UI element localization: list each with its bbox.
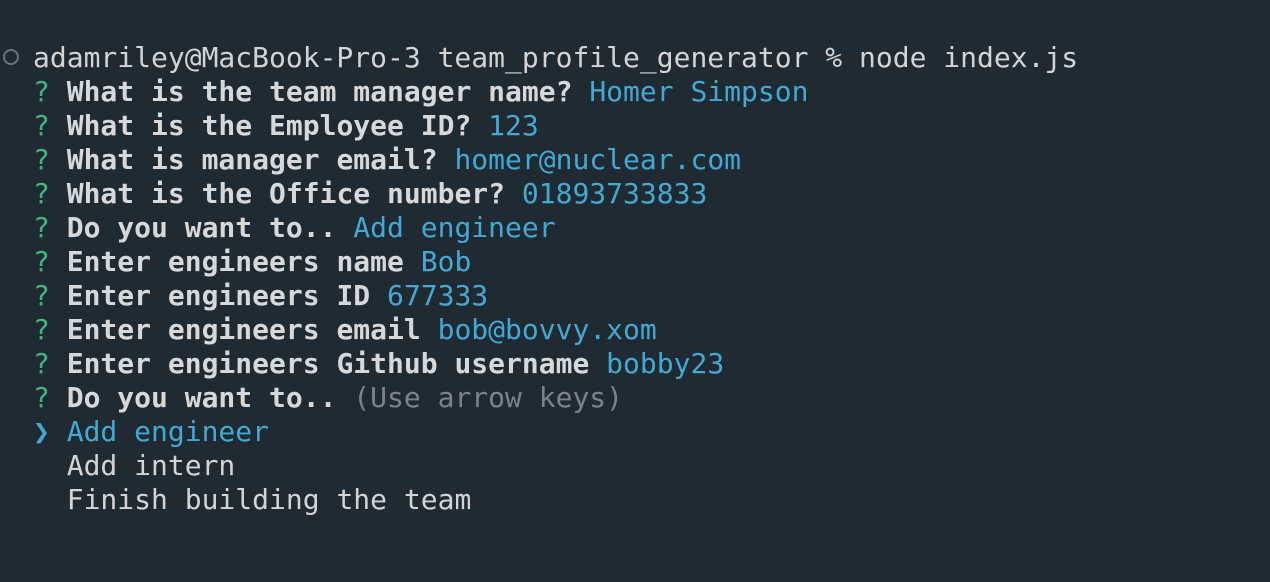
answered-prompt-line: ? What is the Employee ID? 123 — [33, 109, 1078, 143]
answered-prompt-line: ? Enter engineers Github username bobby2… — [33, 347, 1078, 381]
question-mark-icon: ? — [33, 313, 50, 346]
question-text: Enter engineers ID — [66, 279, 371, 312]
answer-text: Homer Simpson — [589, 75, 809, 108]
question-mark-icon: ? — [33, 211, 50, 244]
question-text: What is the Employee ID? — [66, 109, 472, 142]
question-mark-icon: ? — [33, 381, 50, 414]
answer-text: bobby23 — [606, 347, 725, 380]
answered-prompt-line: ? What is the team manager name? Homer S… — [33, 75, 1078, 109]
question-mark-icon: ? — [33, 177, 50, 210]
question-text: What is the Office number? — [66, 177, 506, 210]
question-text: Enter engineers email — [66, 313, 421, 346]
menu-option-add-intern[interactable]: Add intern — [33, 449, 1078, 483]
pointer-chevron-icon: ❯ — [33, 415, 50, 448]
question-text: Enter engineers Github username — [66, 347, 590, 380]
question-mark-icon: ? — [33, 143, 50, 176]
answered-prompt-line: ? Enter engineers ID 677333 — [33, 279, 1078, 313]
answered-prompt-line: ? What is the Office number? 01893733833 — [33, 177, 1078, 211]
option-label: Finish building the team — [66, 483, 472, 516]
question-mark-icon: ? — [33, 75, 50, 108]
shell-prompt: adamriley@MacBook-Pro-3 team_profile_gen… — [33, 41, 860, 74]
answer-text: bob@bovvy.xom — [437, 313, 657, 346]
answered-prompt-line: ? Do you want to.. Add engineer — [33, 211, 1078, 245]
answer-text: homer@nuclear.com — [454, 143, 742, 176]
answer-text: 01893733833 — [521, 177, 708, 210]
option-label: Add intern — [66, 449, 236, 482]
question-mark-icon: ? — [33, 347, 50, 380]
answer-text: 123 — [488, 109, 539, 142]
question-mark-icon: ? — [33, 109, 50, 142]
command-line: adamriley@MacBook-Pro-3 team_profile_gen… — [33, 41, 1078, 75]
answer-text: Bob — [420, 245, 472, 278]
menu-option-finish[interactable]: Finish building the team — [33, 483, 1078, 517]
answered-prompt-line: ? What is manager email? homer@nuclear.c… — [33, 143, 1078, 177]
question-mark-icon: ? — [33, 279, 50, 312]
command-text: node index.js — [859, 41, 1079, 74]
question-text: Enter engineers name — [66, 245, 404, 278]
menu-option-add-engineer[interactable]: ❯ Add engineer — [33, 415, 1078, 449]
active-prompt-line: ? Do you want to.. (Use arrow keys) — [33, 381, 1078, 415]
prompt-hint: (Use arrow keys) — [353, 381, 624, 414]
answer-text: Add engineer — [353, 211, 556, 244]
command-status-circle-icon — [3, 49, 19, 65]
question-text: What is manager email? — [66, 143, 438, 176]
question-mark-icon: ? — [33, 245, 50, 278]
answer-text: 677333 — [387, 279, 489, 312]
question-text: What is the team manager name? — [66, 75, 573, 108]
answered-prompt-line: ? Enter engineers name Bob — [33, 245, 1078, 279]
question-text: Do you want to.. — [66, 211, 337, 244]
option-label: Add engineer — [66, 415, 270, 448]
terminal-output: adamriley@MacBook-Pro-3 team_profile_gen… — [33, 41, 1078, 517]
answered-prompt-line: ? Enter engineers email bob@bovvy.xom — [33, 313, 1078, 347]
active-question: Do you want to.. — [66, 381, 337, 414]
